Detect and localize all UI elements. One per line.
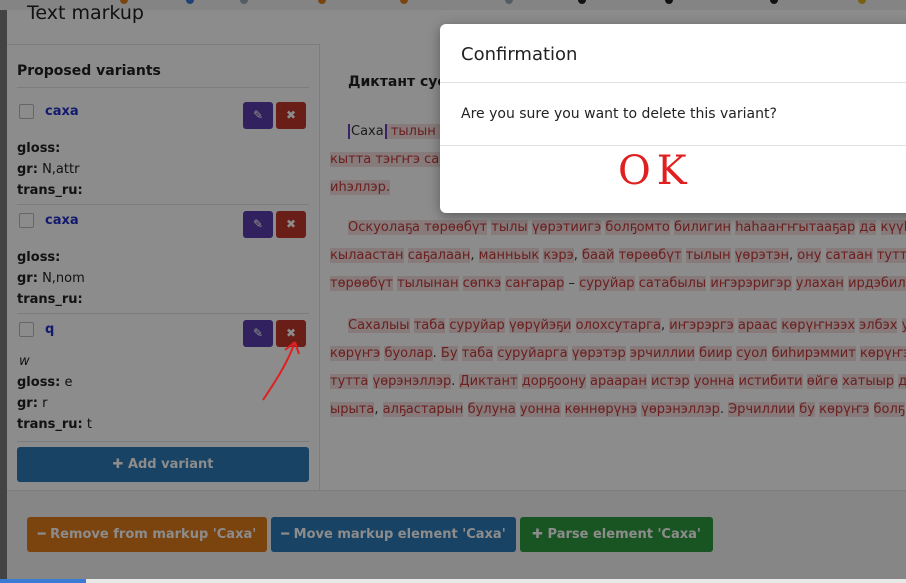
annotation-arrow — [262, 341, 300, 401]
taskbar-active-item[interactable] — [0, 579, 86, 583]
confirmation-message: Are you sure you want to delete this var… — [461, 106, 777, 122]
taskbar — [0, 579, 906, 583]
handwritten-ok-annotation: OK — [618, 148, 693, 194]
divider — [440, 82, 906, 83]
confirmation-title: Confirmation — [461, 44, 578, 65]
divider — [440, 145, 906, 146]
